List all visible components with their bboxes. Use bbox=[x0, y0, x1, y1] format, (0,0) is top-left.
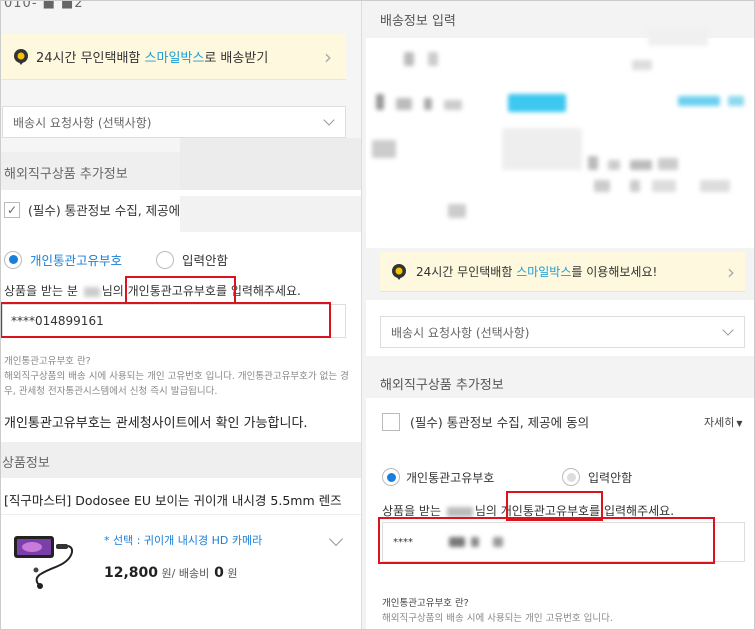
smilebox-banner[interactable]: 24시간 무인택배함 스마일박스로 배송받기 › bbox=[0, 34, 346, 80]
radio-customs-id-label: 개인통관고유부호 bbox=[406, 470, 495, 485]
consent-label: (필수) 통관정보 수집, 제공에 동의 bbox=[410, 415, 590, 430]
radio-unselected-icon[interactable] bbox=[562, 468, 580, 486]
smilebox-highlight: 스마일박스 bbox=[144, 51, 205, 66]
blurred-link bbox=[678, 96, 720, 106]
delivery-request-select[interactable]: 배송시 요청사항 (선택사항) bbox=[2, 106, 346, 138]
smilebox-banner[interactable]: 24시간 무인택배함 스마일박스를 이용해보세요! › bbox=[380, 252, 745, 292]
highlight-box-input bbox=[378, 517, 715, 564]
radio-no-input-label: 입력안함 bbox=[588, 470, 633, 485]
overseas-section-title: 해외직구상품 추가정보 bbox=[380, 378, 504, 393]
radio-customs-id[interactable]: 개인통관고유부호 bbox=[382, 468, 494, 486]
blurred-text bbox=[594, 180, 610, 192]
consent-checkbox[interactable]: ✓ bbox=[4, 201, 20, 218]
help-block: 개인통관고유부호 란? 해외직구상품의 배송 시에 사용되는 개인 고유번호 입… bbox=[382, 596, 752, 626]
blurred-text bbox=[376, 94, 384, 110]
blurred-text bbox=[448, 204, 466, 218]
blurred-link bbox=[728, 96, 744, 106]
blurred-name bbox=[446, 506, 473, 517]
delivery-request-placeholder: 배송시 요청사항 (선택사항) bbox=[13, 115, 152, 130]
help-title: 개인통관고유부호 란? bbox=[4, 356, 91, 367]
blurred-text bbox=[630, 160, 652, 170]
overseas-section-header: 해외직구상품 추가정보 bbox=[0, 152, 180, 190]
left-screenshot-panel: 010- ■ ■2 24시간 무인택배함 스마일박스로 배송받기 › 배송시 요… bbox=[0, 0, 362, 630]
blurred-text bbox=[502, 128, 582, 170]
blurred-text bbox=[444, 100, 462, 110]
blurred-overlay bbox=[180, 138, 361, 196]
help-title: 개인통관고유부호 란? bbox=[382, 598, 469, 609]
blurred-text bbox=[396, 98, 412, 110]
help-block: 개인통관고유부호 란? 해외직구상품의 배송 시에 사용되는 개인 고유번호 입… bbox=[4, 354, 354, 399]
blurred-text bbox=[632, 60, 652, 70]
radio-no-input[interactable]: 입력안함 bbox=[156, 250, 228, 269]
blurred-name bbox=[83, 286, 100, 297]
smilebox-highlight: 스마일박스 bbox=[516, 265, 572, 279]
blurred-text bbox=[588, 156, 598, 170]
product-thumbnail bbox=[10, 530, 80, 590]
chevron-down-icon bbox=[323, 114, 335, 126]
banner-text: 24시간 무인택배함 스마일박스를 이용해보세요! bbox=[416, 265, 658, 279]
divider bbox=[0, 514, 361, 515]
right-screenshot-panel: 배송정보 입력 24시간 무인택배함 스마일박스를 이용해보세요! › 배송시 … bbox=[362, 0, 755, 630]
chevron-down-icon bbox=[722, 324, 734, 336]
radio-no-input[interactable]: 입력안함 bbox=[562, 468, 632, 486]
blurred-text bbox=[372, 140, 396, 158]
consent-row[interactable]: (필수) 통관정보 수집, 제공에 동의 bbox=[382, 412, 589, 431]
help-body: 해외직구상품의 배송 시에 사용되는 개인 고유번호 입니다. 개인통관고유부호… bbox=[4, 371, 349, 397]
blurred-text bbox=[652, 180, 676, 192]
chevron-right-icon: › bbox=[727, 259, 735, 284]
chevron-right-icon: › bbox=[324, 44, 332, 69]
blurred-text bbox=[700, 180, 730, 192]
help-emphasis: 개인통관고유부호는 관세청사이트에서 확인 가능합니다. bbox=[4, 416, 308, 431]
radio-customs-id-label: 개인통관고유부호 bbox=[30, 253, 123, 268]
blurred-link bbox=[508, 94, 566, 112]
radio-selected-icon[interactable] bbox=[4, 250, 22, 269]
shipping-value: 0 bbox=[214, 565, 224, 581]
blurred-text bbox=[648, 28, 708, 46]
radio-customs-id[interactable]: 개인통관고유부호 bbox=[4, 250, 122, 269]
banner-text: 24시간 무인택배함 스마일박스로 배송받기 bbox=[36, 51, 269, 66]
radio-unselected-icon[interactable] bbox=[156, 250, 174, 269]
blurred-overlay-2 bbox=[180, 196, 361, 232]
consent-row[interactable]: ✓ (필수) 통관정보 수집, 제공에 bbox=[4, 200, 180, 219]
blurred-text bbox=[658, 158, 678, 170]
overseas-section-title: 해외직구상품 추가정보 bbox=[4, 167, 128, 182]
detail-link[interactable]: 자세히 ▼ bbox=[704, 414, 743, 430]
consent-checkbox[interactable] bbox=[382, 412, 400, 431]
option-text: * 선택 : 귀이개 내시경 HD 카메라 bbox=[104, 534, 263, 547]
blurred-text bbox=[630, 180, 640, 192]
detail-link-label: 자세히 bbox=[704, 416, 735, 429]
delivery-info-title: 배송정보 입력 bbox=[380, 14, 456, 29]
location-pin-icon bbox=[12, 48, 30, 66]
radio-no-input-label: 입력안함 bbox=[182, 253, 229, 268]
consent-label: (필수) 통관정보 수집, 제공에 bbox=[28, 203, 181, 218]
price: 12,800 원/ 배송비 0 원 bbox=[104, 565, 238, 581]
blurred-text bbox=[424, 98, 432, 110]
location-pin-icon bbox=[390, 263, 408, 281]
help-body: 해외직구상품의 배송 시에 사용되는 개인 고유번호 입니다. bbox=[382, 613, 613, 624]
delivery-request-select[interactable]: 배송시 요청사항 (선택사항) bbox=[380, 316, 745, 348]
product-title[interactable]: [직구마스터] Dodosee EU 보이는 귀이개 내시경 5.5mm 렌즈 bbox=[4, 490, 342, 509]
product-section-header: 상품정보 bbox=[0, 442, 361, 478]
caret-down-icon: ▼ bbox=[736, 419, 743, 428]
blurred-text bbox=[404, 52, 414, 66]
phone-number-fragment: 010- ■ ■2 bbox=[4, 0, 84, 11]
blurred-text bbox=[428, 52, 438, 66]
highlight-box-input bbox=[0, 302, 331, 338]
product-section-title: 상품정보 bbox=[2, 456, 50, 471]
price-value: 12,800 bbox=[104, 565, 159, 581]
blurred-text bbox=[608, 160, 620, 170]
radio-selected-icon[interactable] bbox=[382, 468, 400, 486]
delivery-request-placeholder: 배송시 요청사항 (선택사항) bbox=[391, 325, 530, 340]
